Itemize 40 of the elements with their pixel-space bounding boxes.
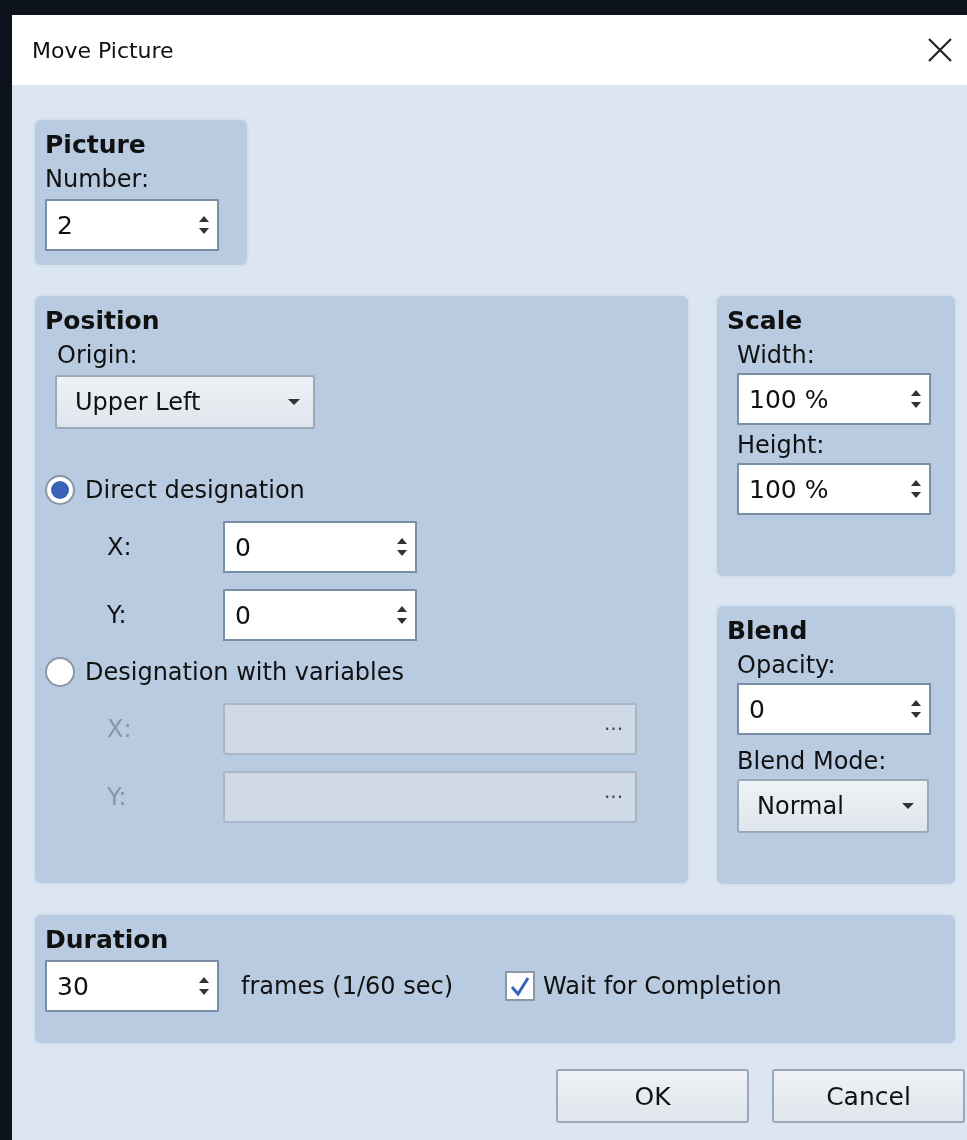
caret-icon bbox=[901, 802, 915, 810]
group-title: Scale bbox=[727, 306, 804, 335]
radio-button[interactable] bbox=[45, 475, 75, 505]
field-label: Y: bbox=[107, 783, 128, 811]
origin-dropdown[interactable]: Upper Left bbox=[55, 375, 315, 429]
field-label: X: bbox=[107, 715, 133, 743]
number-field[interactable]: 0 bbox=[223, 589, 417, 641]
field-label: Opacity: bbox=[737, 651, 837, 679]
group-title: Picture bbox=[45, 130, 147, 159]
field-label: Y: bbox=[107, 601, 128, 629]
close-icon[interactable] bbox=[927, 37, 953, 63]
group-title: Duration bbox=[45, 925, 170, 954]
window-title: Move Picture bbox=[32, 37, 174, 63]
field-label: Height: bbox=[737, 431, 826, 459]
number-field[interactable]: 30 bbox=[45, 960, 219, 1012]
browse-button[interactable]: ··· bbox=[603, 717, 623, 741]
radio-option[interactable]: Designation with variables bbox=[45, 657, 678, 687]
field-label: Origin: bbox=[57, 341, 139, 369]
field-label: Width: bbox=[737, 341, 816, 369]
number-field[interactable]: 2 bbox=[45, 199, 219, 251]
group-title: Position bbox=[45, 306, 161, 335]
number-field[interactable]: 100 % bbox=[737, 373, 931, 425]
radio-option[interactable]: Direct designation bbox=[45, 475, 678, 505]
field-label: Number: bbox=[45, 165, 151, 193]
blend-mode-dropdown[interactable]: Normal bbox=[737, 779, 929, 833]
group-title: Blend bbox=[727, 616, 809, 645]
wait-checkbox[interactable]: Wait for Completion bbox=[505, 971, 782, 1001]
number-field[interactable]: 0 bbox=[223, 521, 417, 573]
checkbox[interactable] bbox=[505, 971, 535, 1001]
number-field[interactable]: 100 % bbox=[737, 463, 931, 515]
check-icon bbox=[509, 975, 531, 997]
dialog-button[interactable]: OK bbox=[556, 1069, 749, 1123]
radio-button[interactable] bbox=[45, 657, 75, 687]
field-label: X: bbox=[107, 533, 133, 561]
dialog-button[interactable]: Cancel bbox=[772, 1069, 965, 1123]
caret-icon bbox=[287, 398, 301, 406]
number-field[interactable]: 0 bbox=[737, 683, 931, 735]
field-label: Blend Mode: bbox=[737, 747, 888, 775]
browse-button[interactable]: ··· bbox=[603, 785, 623, 809]
unit-label: frames (1/60 sec) bbox=[241, 972, 453, 1000]
